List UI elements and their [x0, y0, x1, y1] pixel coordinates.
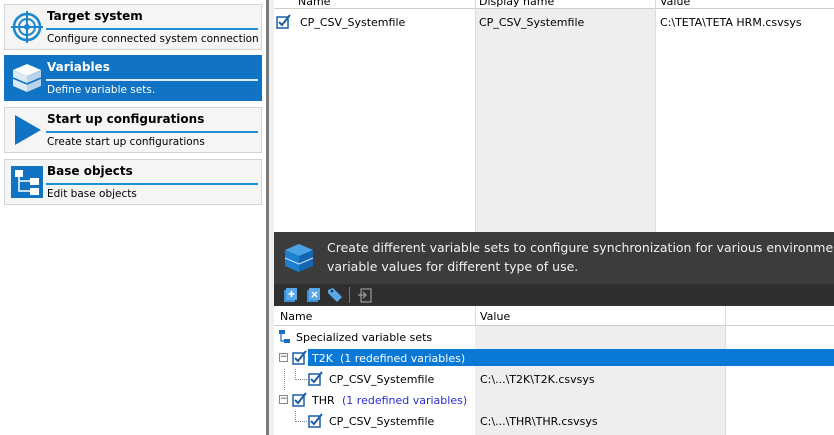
table-row[interactable]: CP_CSV_Systemfile CP_CSV_Systemfile C:\T…	[274, 12, 834, 33]
column-divider	[655, 0, 656, 232]
tree-connector	[295, 379, 307, 380]
variable-sets-tree: Name Value Specialized variable sets − T…	[274, 306, 834, 435]
play-icon	[15, 115, 41, 145]
variables-grid: Name Display name Value CP_CSV_Systemfil…	[274, 0, 834, 232]
variable-set-count: (1 redefined variables)	[340, 352, 466, 365]
tree-connector	[295, 411, 296, 422]
cell-display-name: CP_CSV_Systemfile	[479, 16, 585, 29]
cell-value[interactable]: C:\TETA\TETA HRM.csvsys	[660, 16, 802, 29]
column-header-value[interactable]: Value	[660, 0, 690, 8]
nav-item-title: Start up configurations	[47, 112, 205, 126]
nav-item-divider	[46, 183, 258, 185]
export-icon[interactable]	[357, 287, 373, 303]
nav-item-description: Configure connected system connection	[47, 33, 259, 45]
tree-connector	[295, 369, 296, 380]
add-variable-icon[interactable]	[305, 287, 321, 303]
tree-root[interactable]: Specialized variable sets	[274, 327, 834, 348]
nav-item-description: Create start up configurations	[47, 136, 205, 148]
variable-set-name: T2K	[312, 352, 333, 365]
cell-name: CP_CSV_Systemfile	[300, 16, 406, 29]
column-divider	[475, 306, 476, 326]
variable-row[interactable]: CP_CSV_Systemfile C:\...\T2K\T2K.csvsys	[274, 369, 834, 390]
nav-item-description: Define variable sets.	[47, 84, 156, 96]
variable-value[interactable]: C:\...\T2K\T2K.csvsys	[480, 373, 595, 386]
column-header-name[interactable]: Name	[280, 310, 312, 323]
banner-text: Create different variable sets to config…	[327, 238, 834, 276]
app-window: Target system Configure connected system…	[0, 0, 834, 435]
variable-set-name: THR	[312, 394, 335, 407]
tree-connector	[284, 369, 285, 390]
variable-set-count: (1 redefined variables)	[342, 394, 468, 407]
grid-header: Name Display name Value	[274, 0, 834, 9]
nav-item-title: Variables	[47, 60, 110, 74]
variable-row[interactable]: CP_CSV_Systemfile C:\...\THR\THR.csvsys	[274, 411, 834, 432]
variable-name: CP_CSV_Systemfile	[329, 415, 435, 428]
nav-item-divider	[46, 131, 258, 133]
variables-icon	[12, 64, 42, 92]
nav-item-title: Target system	[47, 9, 143, 23]
toolbar-separator	[349, 287, 350, 303]
target-icon	[11, 11, 43, 43]
collapse-toggle[interactable]: −	[279, 353, 288, 362]
nav-item-title: Base objects	[47, 164, 133, 178]
add-set-icon[interactable]	[282, 287, 298, 303]
column-header-name[interactable]: Name	[298, 0, 330, 8]
banner-line-2: variable values for different type of us…	[327, 259, 579, 274]
nav-item-variables[interactable]: Variables Define variable sets.	[4, 55, 262, 101]
tree-hierarchy-icon	[279, 330, 290, 343]
variable-set-row-t2k[interactable]: − T2K (1 redefined variables)	[274, 348, 834, 369]
variable-set-checked-icon	[292, 392, 307, 407]
pane-splitter[interactable]	[266, 0, 274, 435]
variables-icon	[284, 244, 314, 272]
variable-checked-icon	[308, 371, 323, 386]
nav-item-divider	[46, 79, 258, 81]
left-navigation: Target system Configure connected system…	[0, 0, 266, 435]
nav-item-target-system[interactable]: Target system Configure connected system…	[4, 4, 262, 50]
nav-item-base-objects[interactable]: Base objects Edit base objects	[4, 159, 262, 205]
variable-value[interactable]: C:\...\THR\THR.csvsys	[480, 415, 598, 428]
tree-connector	[295, 421, 307, 422]
variable-name: CP_CSV_Systemfile	[329, 373, 435, 386]
nav-item-divider	[46, 28, 258, 30]
tree-header: Name Value	[274, 306, 834, 326]
variable-set-row-thr[interactable]: − THR (1 redefined variables)	[274, 390, 834, 411]
nav-item-description: Edit base objects	[47, 188, 137, 200]
column-header-value[interactable]: Value	[480, 310, 510, 323]
collapse-toggle[interactable]: −	[279, 395, 288, 404]
variable-set-checked-icon	[292, 350, 307, 365]
column-divider	[475, 0, 476, 232]
hierarchy-icon	[11, 166, 43, 198]
display-name-column-shade	[475, 9, 655, 232]
column-header-display-name[interactable]: Display name	[479, 0, 554, 8]
tag-icon[interactable]	[327, 287, 343, 303]
info-banner: Create different variable sets to config…	[274, 232, 834, 284]
nav-item-start-up-configurations[interactable]: Start up configurations Create start up …	[4, 107, 262, 153]
variable-sets-toolbar	[274, 284, 834, 306]
tree-root-label: Specialized variable sets	[296, 331, 433, 344]
variable-checked-icon	[276, 14, 291, 29]
variable-checked-icon	[308, 413, 323, 428]
banner-line-1: Create different variable sets to config…	[327, 240, 834, 255]
